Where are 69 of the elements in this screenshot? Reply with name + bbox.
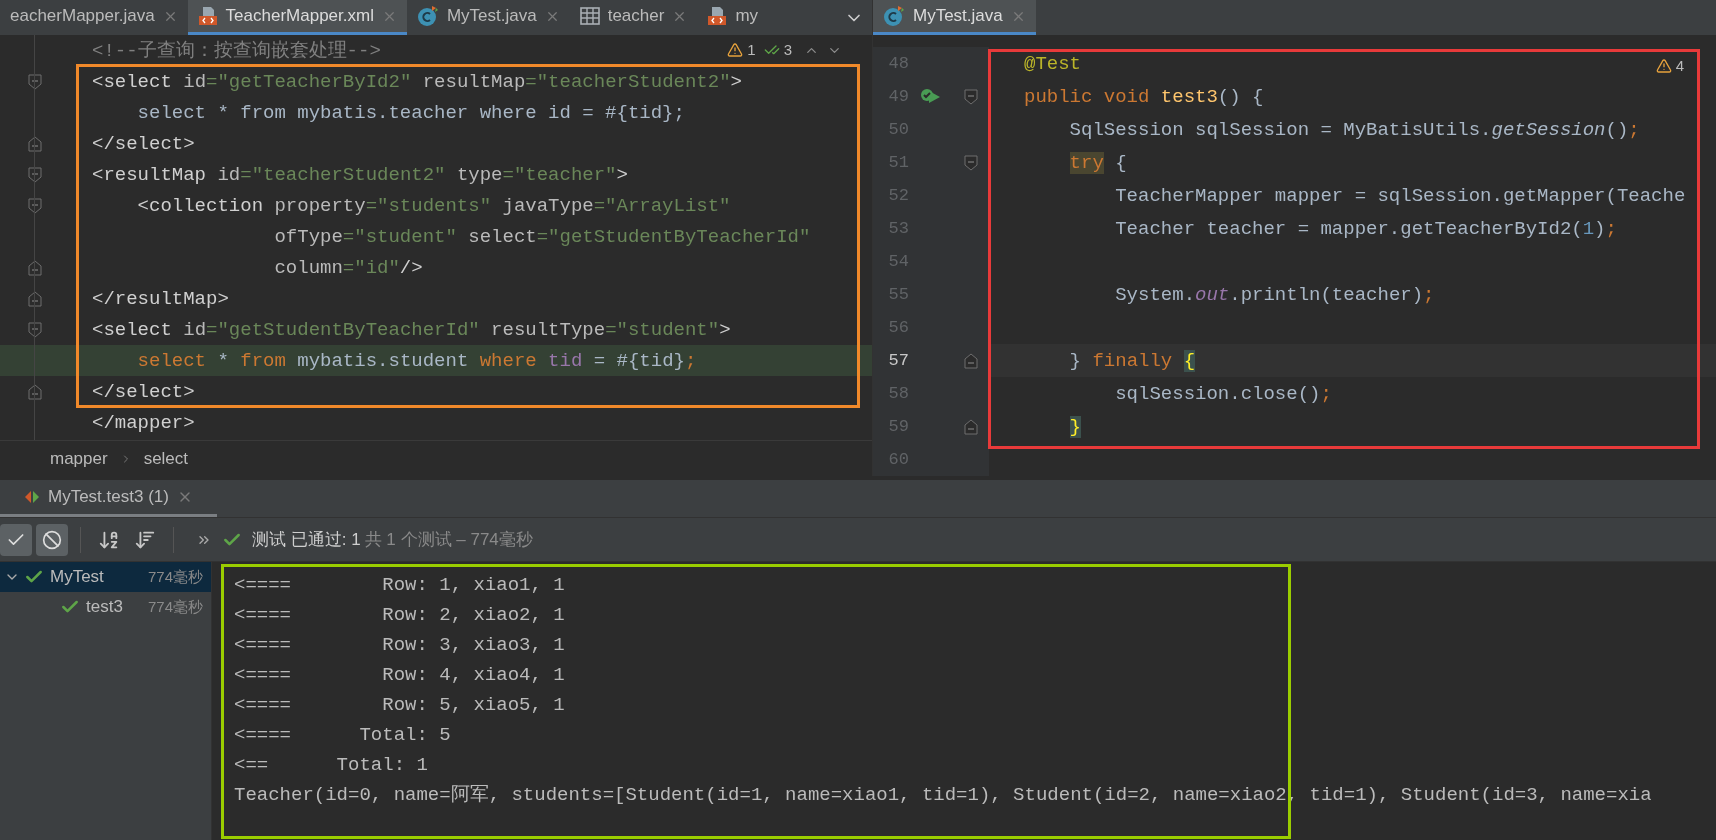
code-line: <resultMap id="teacherStudent2" type="teacher">	[92, 163, 628, 186]
fold-icon[interactable]	[28, 321, 42, 338]
console-line: <==== Row: 4, xiao4, 1	[234, 662, 565, 688]
class-icon	[883, 5, 905, 27]
test-status: 测试 已通过: 1	[252, 528, 361, 551]
fold-icon[interactable]	[964, 88, 978, 105]
test-tree-item[interactable]: test3 774毫秒	[0, 592, 211, 622]
console-line: <==== Total: 5	[234, 722, 451, 748]
warning-count: 1	[747, 40, 756, 60]
test-name: MyTest	[50, 566, 104, 589]
editor-tab[interactable]: MyTest.java	[873, 0, 1036, 35]
show-passed-toggle[interactable]	[0, 523, 32, 556]
test-tree-item[interactable]: MyTest 774毫秒	[0, 562, 211, 592]
code-line: ofType="student" select="getStudentByTeacherId"	[273, 225, 811, 248]
fold-icon[interactable]	[28, 73, 42, 90]
code-line: try {	[1068, 151, 1127, 174]
test-summary: 共 1 个测试 – 774毫秒	[364, 528, 533, 551]
run-config-icon	[24, 490, 40, 504]
run-tab[interactable]: MyTest.test3 (1)	[0, 480, 217, 517]
breadcrumb-item[interactable]: mapper	[50, 445, 108, 472]
check-count: 3	[783, 40, 792, 60]
console-line: <==== Row: 1, xiao1, 1	[234, 572, 565, 598]
warning-icon[interactable]	[1655, 58, 1672, 75]
console-line: <==== Row: 2, xiao2, 1	[234, 602, 565, 628]
code-line: select * from mybatis.teacher where id = #{tid};	[136, 101, 685, 124]
fold-icon[interactable]	[28, 197, 42, 214]
code-line: TeacherMapper mapper = sqlSession.getMapper(Teache	[1114, 184, 1686, 207]
unfold-icon[interactable]	[28, 135, 42, 152]
fold-icon[interactable]	[28, 166, 42, 183]
unfold-icon[interactable]	[28, 383, 42, 400]
table-icon	[579, 7, 600, 25]
unfold-icon[interactable]	[28, 290, 42, 307]
code-line: public void test3() {	[1024, 85, 1264, 108]
code-line: <!--子查询：按查询嵌套处理-->	[92, 39, 381, 62]
code-line: </resultMap>	[92, 287, 229, 310]
test-duration: 774毫秒	[147, 596, 203, 617]
ban-icon	[42, 529, 62, 550]
code-line: Teacher teacher = mapper.getTeacherById2(1);	[1114, 217, 1617, 240]
code-line: <select id="getTeacherById2" resultMap="teacherStudent2">	[92, 70, 742, 93]
code-line: } finally {	[1068, 349, 1196, 372]
console-line: <==== Row: 3, xiao3, 1	[234, 632, 565, 658]
code-line: </select>	[92, 132, 195, 155]
code-line: <collection property="students" javaType="ArrayList"	[136, 194, 731, 217]
show-ignored-toggle[interactable]	[36, 523, 68, 556]
xml-file-icon	[197, 6, 218, 26]
code-line: </mapper>	[92, 411, 195, 434]
unfold-icon[interactable]	[964, 352, 978, 369]
console-line: <== Total: 1	[234, 752, 428, 778]
code-line: SqlSession sqlSession = MyBatisUtils.getSession();	[1068, 118, 1640, 141]
warning-icon[interactable]	[727, 42, 744, 59]
test-duration: 774毫秒	[147, 566, 203, 587]
console-line: <==== Row: 5, xiao5, 1	[234, 692, 565, 718]
test-name: test3	[86, 596, 123, 619]
code-line: @Test	[1024, 52, 1081, 75]
code-line: System.out.println(teacher);	[1114, 283, 1435, 306]
class-icon	[416, 5, 439, 27]
code-line: <select id="getStudentByTeacherId" resultType="student">	[92, 318, 731, 341]
code-line: column="id"/>	[273, 256, 423, 279]
breadcrumb-item[interactable]: select	[143, 445, 189, 472]
code-line: select * from mybatis.student where tid = #{tid};	[136, 349, 697, 372]
code-line: </select>	[92, 380, 195, 403]
fold-icon[interactable]	[964, 154, 978, 171]
warning-count: 4	[1675, 56, 1684, 76]
xml-file-icon	[707, 6, 728, 26]
unfold-icon[interactable]	[964, 418, 978, 435]
code-line: sqlSession.close();	[1114, 382, 1332, 405]
line-number: 57	[887, 349, 909, 372]
unfold-icon[interactable]	[28, 259, 42, 276]
editor-tab[interactable]: TeacherMapper.xml	[187, 0, 407, 35]
